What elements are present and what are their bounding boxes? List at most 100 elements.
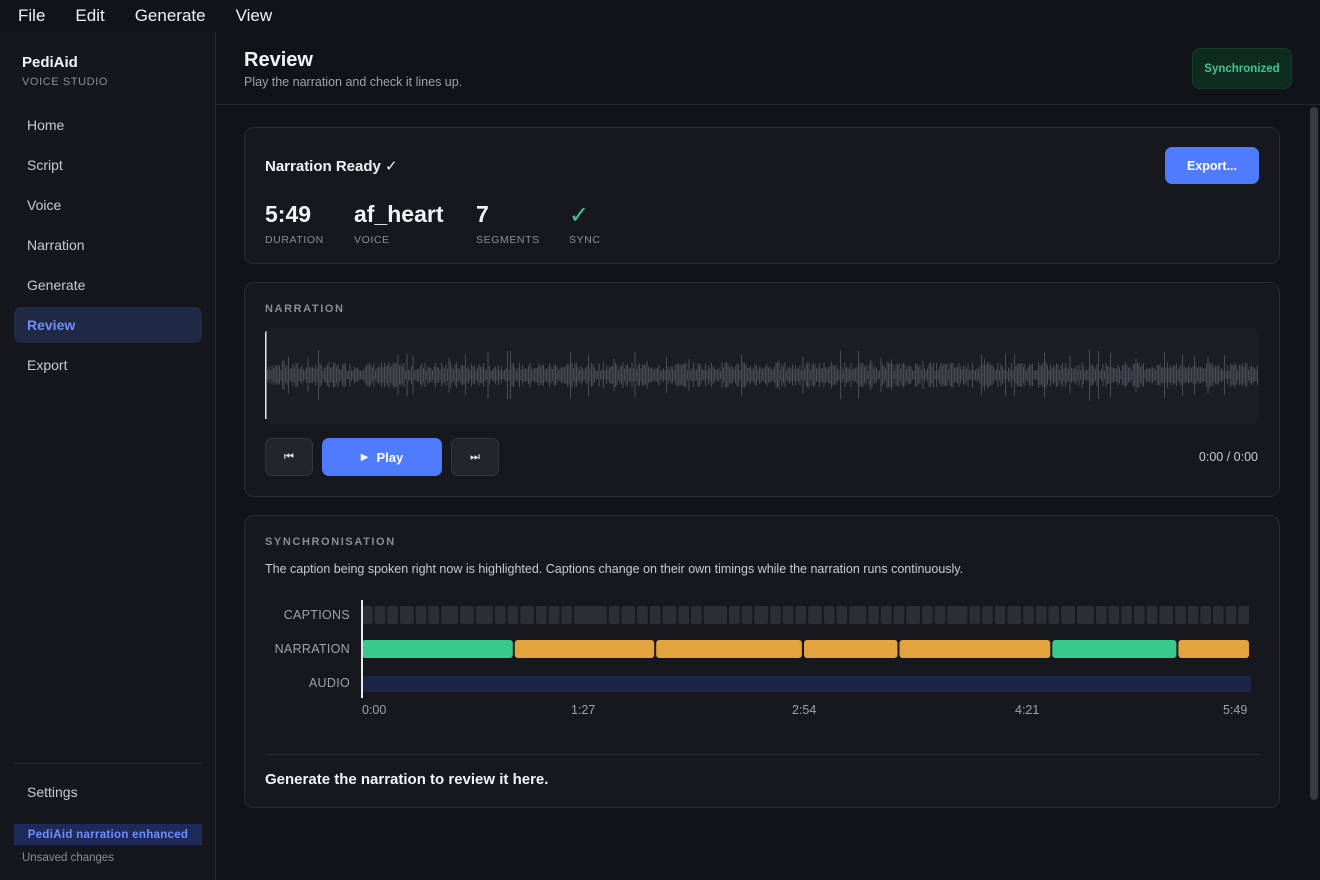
sync-playhead[interactable] (361, 600, 363, 698)
caption-block-24[interactable] (729, 606, 740, 624)
caption-block-31[interactable] (823, 606, 835, 624)
caption-block-19[interactable] (649, 606, 661, 624)
caption-block-16[interactable] (608, 606, 620, 624)
caption-block-58[interactable] (1200, 606, 1212, 624)
caption-block-27[interactable] (770, 606, 781, 624)
caption-block-26[interactable] (754, 606, 769, 624)
caption-block-17[interactable] (621, 606, 636, 624)
caption-block-57[interactable] (1187, 606, 1199, 624)
stat-duration: 5:49 DURATION (265, 201, 324, 246)
caption-block-35[interactable] (880, 606, 892, 624)
caption-block-14[interactable] (561, 606, 572, 624)
brand-subtitle: VOICE STUDIO (22, 76, 109, 88)
menu-edit[interactable]: Edit (75, 6, 104, 26)
caption-block-44[interactable] (1007, 606, 1022, 624)
sidebar-item-narration[interactable]: Narration (14, 227, 202, 263)
caption-block-29[interactable] (795, 606, 807, 624)
caption-block-3[interactable] (400, 606, 414, 624)
sidebar-item-script[interactable]: Script (14, 147, 202, 183)
caption-block-42[interactable] (982, 606, 993, 624)
caption-block-40[interactable] (947, 606, 968, 624)
caption-block-13[interactable] (548, 606, 560, 624)
caption-block-53[interactable] (1133, 606, 1145, 624)
caption-block-30[interactable] (808, 606, 822, 624)
sidebar-item-voice[interactable]: Voice (14, 187, 202, 223)
captions-track[interactable] (362, 606, 1251, 624)
audio-track[interactable] (362, 676, 1251, 692)
sidebar-item-generate[interactable]: Generate (14, 267, 202, 303)
stat-segments-value: 7 (476, 201, 489, 227)
menu-view[interactable]: View (236, 6, 273, 26)
caption-block-5[interactable] (428, 606, 440, 624)
caption-block-51[interactable] (1108, 606, 1120, 624)
caption-block-34[interactable] (868, 606, 879, 624)
narration-segment-1[interactable] (514, 640, 655, 658)
caption-block-33[interactable] (849, 606, 867, 624)
caption-block-7[interactable] (460, 606, 474, 624)
play-icon: ▶ (360, 451, 369, 463)
caption-block-8[interactable] (475, 606, 493, 624)
caption-block-9[interactable] (494, 606, 506, 624)
play-button[interactable]: ▶ Play (322, 438, 442, 476)
caption-block-4[interactable] (415, 606, 427, 624)
waveform-graphic (265, 331, 1258, 419)
caption-block-52[interactable] (1121, 606, 1132, 624)
caption-block-25[interactable] (741, 606, 753, 624)
skip-forward-button[interactable]: ⏭ (451, 438, 499, 476)
caption-block-23[interactable] (703, 606, 727, 624)
narration-segment-6[interactable] (1178, 640, 1249, 658)
caption-block-6[interactable] (441, 606, 459, 624)
caption-block-15[interactable] (574, 606, 607, 624)
caption-block-0[interactable] (362, 606, 373, 624)
caption-block-11[interactable] (520, 606, 534, 624)
caption-block-37[interactable] (906, 606, 920, 624)
menu-generate[interactable]: Generate (135, 6, 206, 26)
caption-block-18[interactable] (637, 606, 648, 624)
caption-block-45[interactable] (1023, 606, 1034, 624)
caption-block-46[interactable] (1035, 606, 1047, 624)
waveform-playhead[interactable] (265, 331, 267, 419)
sidebar-item-review[interactable]: Review (14, 307, 202, 343)
sidebar-item-settings[interactable]: Settings (14, 774, 202, 810)
scrollbar[interactable] (1310, 107, 1318, 800)
caption-block-56[interactable] (1175, 606, 1186, 624)
caption-block-12[interactable] (536, 606, 547, 624)
caption-block-41[interactable] (969, 606, 981, 624)
caption-block-61[interactable] (1238, 606, 1249, 624)
caption-block-28[interactable] (782, 606, 794, 624)
tick-3: 4:21 (1015, 703, 1040, 717)
caption-block-36[interactable] (893, 606, 905, 624)
sidebar-item-home[interactable]: Home (14, 107, 202, 143)
caption-block-22[interactable] (691, 606, 702, 624)
caption-block-60[interactable] (1225, 606, 1237, 624)
caption-block-59[interactable] (1213, 606, 1224, 624)
caption-block-43[interactable] (994, 606, 1006, 624)
export-button[interactable]: Export... (1165, 147, 1259, 184)
caption-block-48[interactable] (1061, 606, 1075, 624)
caption-block-21[interactable] (678, 606, 690, 624)
caption-block-2[interactable] (387, 606, 398, 624)
caption-block-49[interactable] (1077, 606, 1094, 624)
menu-file[interactable]: File (18, 6, 45, 26)
waveform[interactable] (265, 328, 1259, 424)
narration-segment-5[interactable] (1052, 640, 1177, 658)
caption-block-39[interactable] (934, 606, 946, 624)
caption-block-32[interactable] (836, 606, 848, 624)
sidebar-item-export[interactable]: Export (14, 347, 202, 383)
narration-segment-2[interactable] (656, 640, 802, 658)
skip-back-button[interactable]: ⏮ (265, 438, 313, 476)
caption-block-20[interactable] (662, 606, 677, 624)
stat-voice-value: af_heart (354, 201, 444, 227)
page-subtitle: Play the narration and check it lines up… (244, 75, 463, 89)
narration-segment-4[interactable] (899, 640, 1051, 658)
caption-block-50[interactable] (1096, 606, 1107, 624)
caption-block-47[interactable] (1048, 606, 1060, 624)
caption-block-54[interactable] (1146, 606, 1158, 624)
narration-segment-0[interactable] (362, 640, 513, 658)
narration-segment-3[interactable] (804, 640, 898, 658)
caption-block-10[interactable] (507, 606, 519, 624)
caption-block-1[interactable] (374, 606, 386, 624)
caption-block-38[interactable] (922, 606, 933, 624)
narration-track[interactable] (362, 640, 1251, 658)
caption-block-55[interactable] (1159, 606, 1174, 624)
